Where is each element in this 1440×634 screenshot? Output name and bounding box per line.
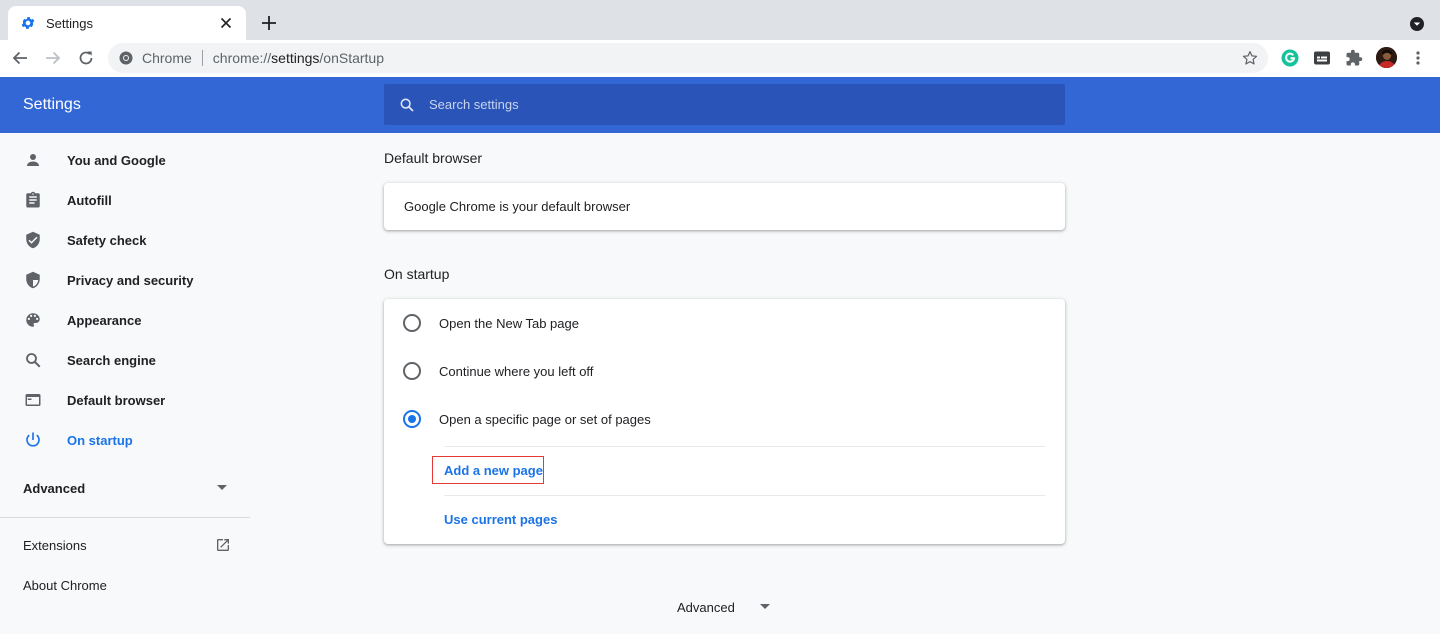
bookmark-star-icon[interactable] bbox=[1240, 48, 1260, 68]
inner-divider bbox=[444, 446, 1045, 447]
sidebar-item-label: Search engine bbox=[67, 352, 156, 368]
advanced-label: Advanced bbox=[677, 599, 735, 615]
option-label: Continue where you left off bbox=[439, 363, 594, 379]
tab-strip: Settings bbox=[0, 0, 1440, 40]
sidebar-item-search-engine[interactable]: Search engine bbox=[0, 340, 250, 380]
sidebar-item-label: Privacy and security bbox=[67, 272, 194, 288]
radio-dot bbox=[408, 415, 416, 423]
chevron-down-circle-icon bbox=[1410, 17, 1424, 31]
sidebar-advanced[interactable]: Advanced bbox=[0, 468, 250, 508]
sidebar-item-you-and-google[interactable]: You and Google bbox=[0, 140, 250, 180]
on-startup-card: Open the New Tab page Continue where you… bbox=[384, 299, 1065, 544]
default-browser-heading: Default browser bbox=[384, 150, 483, 166]
shield-check-icon bbox=[23, 230, 43, 250]
sidebar-item-label: Default browser bbox=[67, 392, 166, 408]
default-browser-card: Google Chrome is your default browser bbox=[384, 183, 1065, 230]
sidebar-item-about-chrome[interactable]: About Chrome bbox=[0, 565, 250, 605]
sidebar-item-extensions[interactable]: Extensions bbox=[0, 525, 250, 565]
startup-option-continue[interactable]: Continue where you left off bbox=[384, 347, 1065, 395]
shield-icon bbox=[23, 270, 43, 290]
sidebar-advanced-label: Advanced bbox=[23, 480, 86, 496]
sidebar-item-label: Autofill bbox=[67, 192, 112, 208]
page-title: Settings bbox=[23, 96, 81, 113]
url-path: /onStartup bbox=[319, 50, 385, 66]
site-chip: Chrome bbox=[142, 50, 192, 66]
caret-down-icon bbox=[755, 597, 775, 617]
browser-window-icon bbox=[23, 390, 43, 410]
close-icon[interactable] bbox=[216, 13, 236, 33]
tab-search-button[interactable] bbox=[1406, 13, 1428, 35]
caret-down-icon bbox=[212, 478, 232, 498]
option-label: Open the New Tab page bbox=[439, 315, 579, 331]
search-settings-box[interactable] bbox=[384, 84, 1065, 125]
toolbar: Chrome chrome://settings/onStartup bbox=[0, 40, 1440, 77]
sidebar-item-safety-check[interactable]: Safety check bbox=[0, 220, 250, 260]
highlight-box bbox=[432, 456, 544, 484]
startup-option-new-tab[interactable]: Open the New Tab page bbox=[384, 299, 1065, 347]
reload-icon bbox=[79, 51, 93, 65]
new-tab-button[interactable] bbox=[257, 11, 281, 35]
omnibox-separator bbox=[201, 50, 203, 66]
sidebar-item-label: About Chrome bbox=[23, 577, 107, 593]
arrow-left-icon bbox=[12, 51, 27, 65]
captions-extension-icon[interactable] bbox=[1311, 47, 1333, 69]
sidebar-item-default-browser[interactable]: Default browser bbox=[0, 380, 250, 420]
avatar-icon bbox=[1376, 47, 1397, 68]
inner-divider bbox=[444, 495, 1045, 496]
advanced-toggle[interactable]: Advanced bbox=[677, 597, 775, 617]
power-icon bbox=[23, 430, 43, 450]
puzzle-icon[interactable] bbox=[1343, 47, 1365, 69]
sidebar: You and Google Autofill Safety check Pri… bbox=[0, 133, 250, 634]
more-vert-icon bbox=[1416, 51, 1420, 65]
url-text[interactable]: chrome://settings/onStartup bbox=[213, 50, 384, 66]
menu-button[interactable] bbox=[1404, 44, 1432, 72]
use-current-pages-button[interactable]: Use current pages bbox=[444, 512, 557, 527]
sidebar-divider bbox=[0, 517, 250, 518]
radio-button[interactable] bbox=[403, 314, 421, 332]
option-label: Open a specific page or set of pages bbox=[439, 411, 651, 427]
tab-title: Settings bbox=[46, 15, 93, 31]
grammarly-extension-icon[interactable] bbox=[1279, 47, 1301, 69]
default-browser-text: Google Chrome is your default browser bbox=[404, 199, 631, 214]
chrome-icon bbox=[118, 50, 134, 66]
radio-button[interactable] bbox=[403, 362, 421, 380]
startup-option-specific-pages[interactable]: Open a specific page or set of pages bbox=[384, 395, 1065, 443]
arrow-right-icon bbox=[46, 51, 61, 65]
omnibox[interactable]: Chrome chrome://settings/onStartup bbox=[108, 43, 1268, 73]
radio-button-checked[interactable] bbox=[403, 410, 421, 428]
sidebar-item-label: On startup bbox=[67, 432, 133, 448]
search-input[interactable] bbox=[429, 97, 1029, 112]
sidebar-item-autofill[interactable]: Autofill bbox=[0, 180, 250, 220]
palette-icon bbox=[23, 310, 43, 330]
on-startup-heading: On startup bbox=[384, 266, 450, 282]
person-icon bbox=[23, 150, 43, 170]
sidebar-item-privacy-and-security[interactable]: Privacy and security bbox=[0, 260, 250, 300]
sidebar-item-on-startup[interactable]: On startup bbox=[0, 420, 250, 460]
settings-header: Settings bbox=[0, 77, 1440, 133]
sidebar-item-appearance[interactable]: Appearance bbox=[0, 300, 250, 340]
tab-settings[interactable]: Settings bbox=[8, 6, 246, 40]
sidebar-item-label: Extensions bbox=[23, 537, 87, 553]
url-host: settings bbox=[271, 50, 320, 66]
sidebar-item-label: Safety check bbox=[67, 232, 147, 248]
url-prefix: chrome:// bbox=[212, 50, 272, 66]
gear-icon bbox=[20, 15, 36, 31]
sidebar-item-label: Appearance bbox=[67, 312, 142, 328]
clipboard-icon bbox=[23, 190, 43, 210]
search-icon bbox=[398, 96, 416, 114]
back-button[interactable] bbox=[6, 44, 34, 72]
sidebar-item-label: You and Google bbox=[67, 152, 166, 168]
reload-button[interactable] bbox=[72, 44, 100, 72]
plus-icon bbox=[262, 16, 276, 30]
open-in-new-icon bbox=[213, 535, 233, 555]
forward-button[interactable] bbox=[39, 44, 67, 72]
search-icon bbox=[23, 350, 43, 370]
profile-avatar[interactable] bbox=[1376, 47, 1397, 68]
